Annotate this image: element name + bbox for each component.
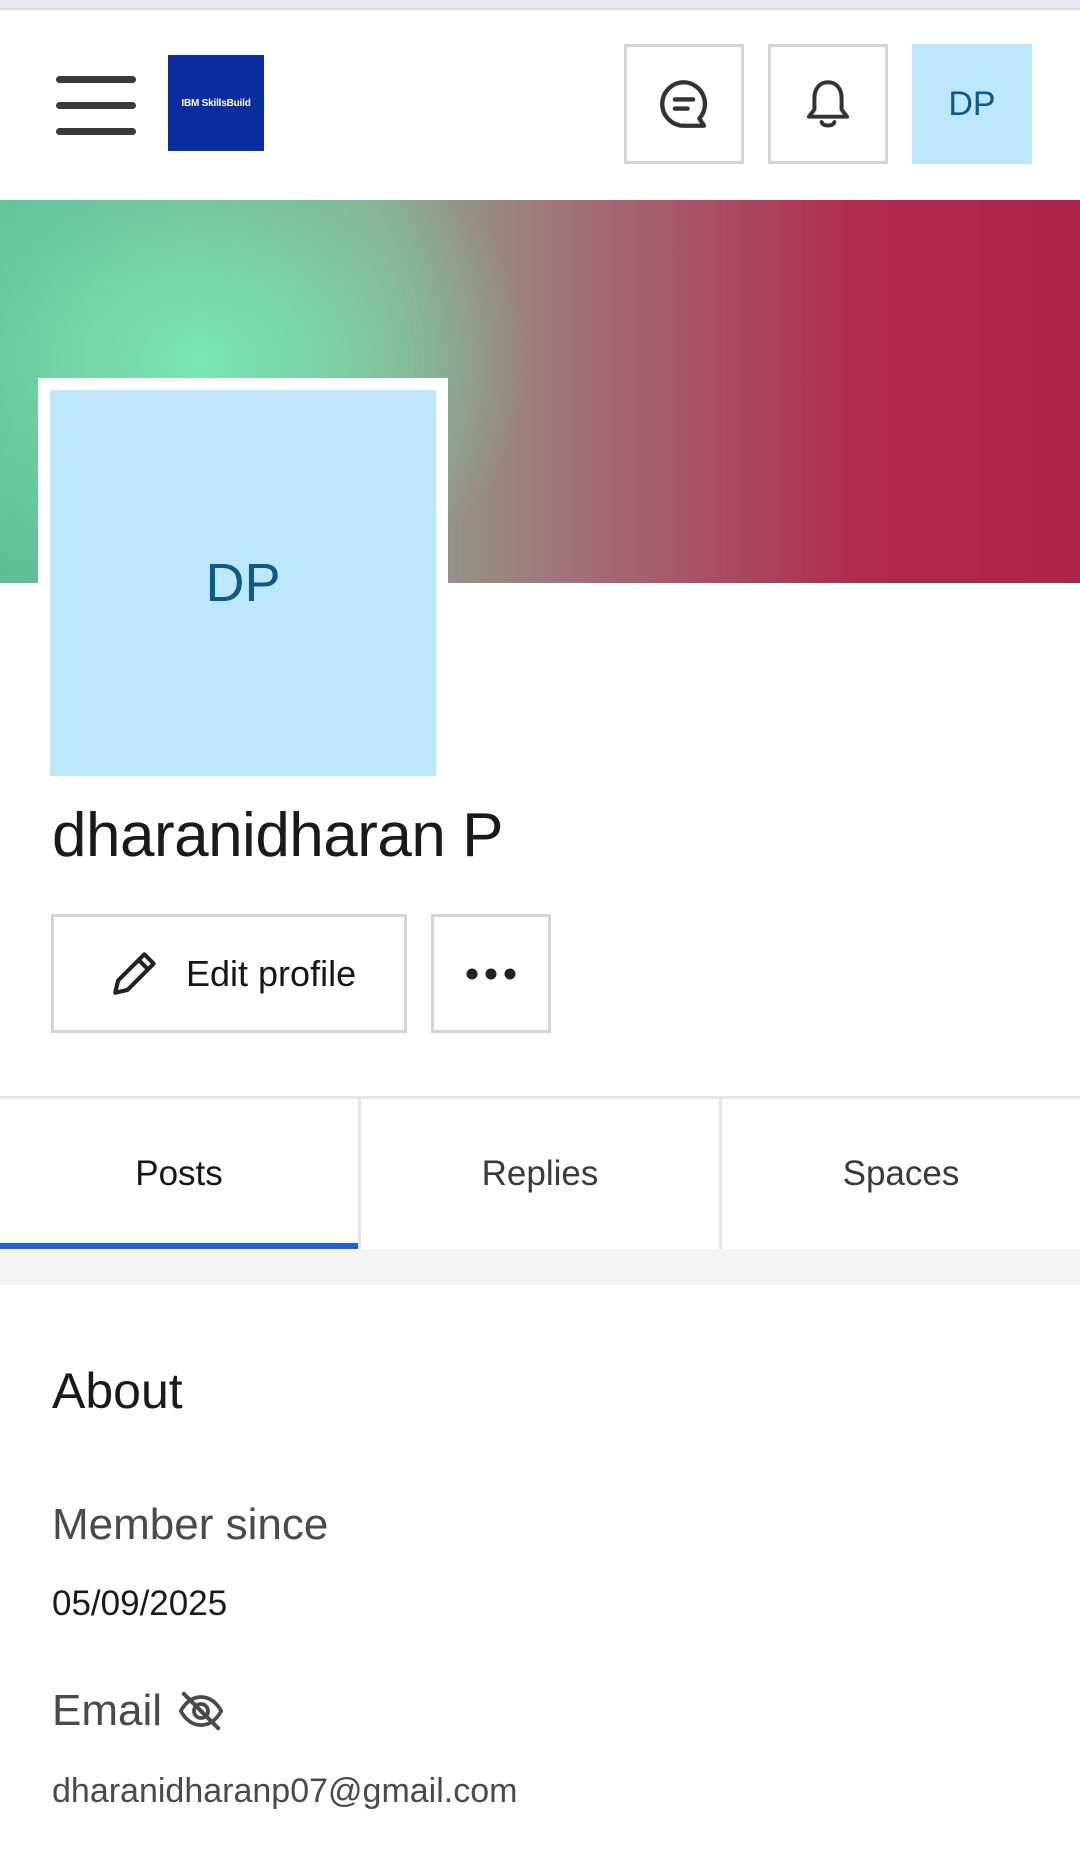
edit-profile-label: Edit profile	[186, 952, 357, 994]
notifications-button[interactable]	[768, 44, 888, 164]
about-heading: About	[52, 1363, 183, 1419]
more-options-button[interactable]	[431, 914, 551, 1033]
member-since-value: 05/09/2025	[52, 1584, 228, 1623]
avatar-initials: DP	[948, 84, 996, 123]
profile-name: dharanidharan P	[52, 801, 503, 870]
tab-replies[interactable]: Replies	[361, 1099, 719, 1249]
email-label: Email	[52, 1686, 163, 1735]
profile-avatar-initials: DP	[205, 553, 281, 613]
section-separator	[0, 1249, 1080, 1285]
overflow-menu-icon	[466, 968, 516, 979]
ibm-skillsbuild-logo[interactable]: IBM SkillsBuild	[168, 55, 264, 151]
pencil-icon	[113, 951, 156, 995]
user-avatar-button[interactable]: DP	[912, 44, 1032, 164]
menu-icon[interactable]	[56, 76, 136, 140]
messages-button[interactable]	[624, 44, 744, 164]
email-label-row: Email	[52, 1686, 226, 1736]
tab-spaces[interactable]: Spaces	[722, 1099, 1080, 1249]
bell-icon	[806, 80, 850, 128]
chat-icon	[660, 80, 708, 128]
edit-profile-button[interactable]: Edit profile	[51, 914, 407, 1033]
tab-posts[interactable]: Posts	[0, 1099, 358, 1249]
logo-text: IBM SkillsBuild	[181, 97, 251, 109]
eye-hidden-icon	[178, 1691, 224, 1731]
top-divider	[0, 0, 1080, 10]
app-header: IBM SkillsBuild DP	[0, 10, 1080, 200]
profile-avatar: DP	[38, 378, 448, 788]
email-value: dharanidharanp07@gmail.com	[52, 1772, 518, 1810]
member-since-label: Member since	[52, 1500, 329, 1549]
